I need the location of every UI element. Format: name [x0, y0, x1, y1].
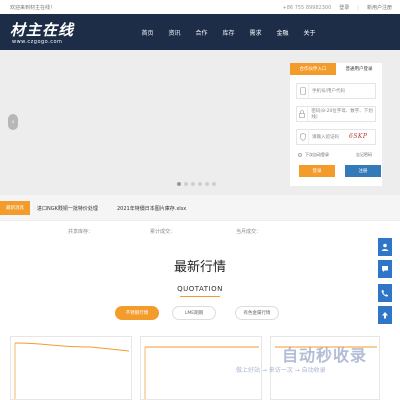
- nav-item-stock[interactable]: 库存: [215, 14, 242, 50]
- carousel-dot[interactable]: [177, 182, 181, 186]
- carousel-dot[interactable]: [184, 182, 188, 186]
- remember-label: 下次自动登录: [305, 152, 329, 157]
- carousel-dot[interactable]: [205, 182, 209, 186]
- watermark: 自动秒收录 做上好站 → 来访一次 → 自动收录: [230, 340, 400, 400]
- stat-shared-stock: 共享库存：: [68, 229, 94, 235]
- login-button[interactable]: 登录: [299, 165, 335, 177]
- tab-stainless[interactable]: 不锈钢行情: [115, 306, 159, 320]
- tab-user-login[interactable]: 普通用户登录: [336, 63, 382, 75]
- captcha-placeholder: 请输入验证码: [312, 135, 339, 140]
- user-icon[interactable]: [378, 238, 392, 256]
- remember-checkbox[interactable]: [298, 153, 302, 157]
- username-placeholder: 手机号/用户代码: [312, 89, 346, 94]
- logo-url: www.czgogo.com: [12, 39, 63, 45]
- shield-icon: [297, 130, 309, 144]
- main-nav: 材主在线 www.czgogo.com 首页 资讯 合作 库存 需求 金融 关于: [0, 14, 400, 50]
- carousel-dot[interactable]: [212, 182, 216, 186]
- register-link[interactable]: 新用户注册: [367, 4, 392, 11]
- watermark-title: 自动秒收录: [282, 346, 368, 365]
- tab-partner-login[interactable]: 合作伙伴入口: [290, 63, 336, 75]
- login-link[interactable]: 登录: [339, 4, 349, 11]
- carousel-dot[interactable]: [198, 182, 202, 186]
- username-field[interactable]: 手机号/用户代码: [296, 83, 376, 99]
- phone-icon: [297, 84, 309, 98]
- chart-panel: [10, 336, 132, 400]
- nav-item-partner[interactable]: 合作: [188, 14, 215, 50]
- stat-monthly-deals: 当月成交：: [236, 229, 262, 235]
- nav-menu: 首页 资讯 合作 库存 需求 金融 关于: [134, 14, 323, 50]
- news-ticker: 最新消息 进口NGK贱铜一批特价处理 2021年特價日本图片庫存.xlsx: [0, 195, 400, 221]
- ticker-label: 最新消息: [0, 201, 30, 215]
- password-placeholder: 密码(8-20位字母、数字、下划线): [311, 109, 373, 120]
- nav-item-home[interactable]: 首页: [134, 14, 161, 50]
- password-field[interactable]: 密码(8-20位字母、数字、下划线): [296, 106, 376, 122]
- nav-item-finance[interactable]: 金融: [269, 14, 296, 50]
- nav-item-news[interactable]: 资讯: [161, 14, 188, 50]
- stats-bar: 共享库存： 累计成交： 当月成交：: [0, 224, 400, 238]
- captcha-image[interactable]: 6SKP: [349, 133, 371, 142]
- nav-item-about[interactable]: 关于: [296, 14, 323, 50]
- remember-me[interactable]: 下次自动登录: [298, 152, 329, 158]
- register-button[interactable]: 注册: [345, 165, 381, 177]
- carousel-dots: [177, 182, 216, 186]
- news-link[interactable]: 进口NGK贱铜一批特价处理: [37, 205, 98, 212]
- logo-text: 材主在线: [10, 21, 75, 39]
- watermark-subtitle: 做上好站 → 来访一次 → 自动收录: [236, 367, 326, 374]
- login-tabs: 合作伙伴入口 普通用户登录: [290, 63, 382, 75]
- trend-chart: [14, 342, 130, 399]
- section-subtitle: QUOTATION: [177, 285, 223, 293]
- news-link[interactable]: 2021年特價日本图片庫存.xlsx: [117, 205, 186, 212]
- stat-total-deals: 累计成交：: [150, 229, 176, 235]
- carousel-dot[interactable]: [191, 182, 195, 186]
- login-panel: 合作伙伴入口 普通用户登录 手机号/用户代码 密码(8-20位字母、数字、下划线…: [290, 63, 382, 186]
- carousel-prev-icon[interactable]: ‹: [8, 114, 18, 130]
- section-divider: [180, 296, 220, 297]
- top-bar-right: +86 755 89982300 登录 | 新用户注册: [282, 4, 392, 12]
- site-logo[interactable]: 材主在线 www.czgogo.com: [8, 17, 88, 47]
- arrow-up-icon[interactable]: [378, 306, 392, 324]
- phone-icon[interactable]: [378, 284, 392, 302]
- phone-number: +86 755 89982300: [282, 4, 332, 11]
- welcome-text: 欢迎来到材主在线！: [10, 5, 56, 11]
- section-title: 最新行情: [173, 260, 226, 275]
- tab-nonferrous[interactable]: 有色金属行情: [235, 306, 279, 320]
- nav-item-demand[interactable]: 需求: [242, 14, 269, 50]
- tab-lme[interactable]: LME期期: [172, 306, 216, 320]
- captcha-field[interactable]: 请输入验证码 6SKP: [296, 129, 376, 145]
- lock-icon: [297, 107, 309, 121]
- forgot-password-link[interactable]: 忘记密码: [356, 152, 372, 158]
- top-bar: 欢迎来到材主在线！ +86 755 89982300 登录 | 新用户注册: [0, 0, 400, 14]
- chat-icon[interactable]: [378, 260, 392, 278]
- trend-line: [14, 342, 130, 352]
- divider: |: [357, 4, 359, 11]
